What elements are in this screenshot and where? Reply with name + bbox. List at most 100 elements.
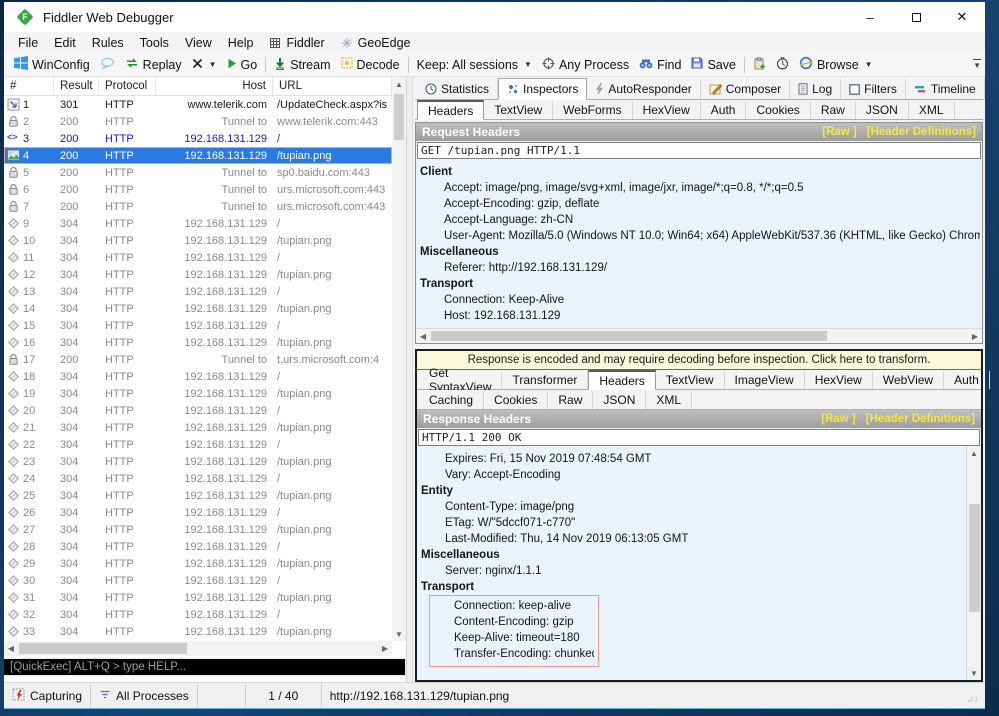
go-button[interactable]: Go bbox=[222, 53, 263, 76]
scrollbar-thumb[interactable] bbox=[19, 643, 187, 654]
keep-sessions-dropdown[interactable]: Keep: All sessions ▼ bbox=[412, 53, 537, 76]
session-row[interactable]: 11 304 HTTP 192.168.131.129 / bbox=[4, 249, 392, 266]
header-definitions-link[interactable]: [Header Definitions] bbox=[867, 126, 976, 138]
column-url[interactable]: URL bbox=[273, 77, 392, 95]
subtab-auth[interactable]: Auth bbox=[944, 371, 990, 389]
session-row[interactable]: 21 304 HTTP 192.168.131.129 /tupian.png bbox=[4, 419, 392, 436]
subtab-headers[interactable]: Headers bbox=[417, 100, 484, 120]
subtab-xml[interactable]: XML bbox=[909, 101, 955, 119]
scroll-left-icon[interactable]: ◀ bbox=[416, 332, 430, 341]
session-row[interactable]: 7 200 HTTP Tunnel to urs.microsoft.com:4… bbox=[4, 198, 392, 215]
scroll-left-icon[interactable]: ◀ bbox=[4, 644, 18, 653]
session-row[interactable]: 6 200 HTTP Tunnel to urs.microsoft.com:4… bbox=[4, 181, 392, 198]
menu-help[interactable]: Help bbox=[220, 32, 262, 53]
subtab-xml[interactable]: XML bbox=[646, 391, 692, 409]
quickexec-input[interactable]: [QuickExec] ALT+Q > type HELP... bbox=[4, 658, 406, 676]
session-row[interactable]: 31 304 HTTP 192.168.131.129 /tupian.png bbox=[4, 589, 392, 606]
subtab-imageview[interactable]: ImageView bbox=[725, 371, 805, 389]
winconfig-button[interactable]: WinConfig bbox=[9, 53, 95, 76]
minimize-button[interactable]: – bbox=[847, 2, 893, 32]
subtab-raw[interactable]: Raw bbox=[811, 101, 856, 119]
session-row[interactable]: 5 200 HTTP Tunnel to sp0.baidu.com:443 bbox=[4, 164, 392, 181]
close-button[interactable]: ✕ bbox=[939, 2, 985, 32]
session-row[interactable]: 9 304 HTTP 192.168.131.129 / bbox=[4, 215, 392, 232]
subtab-webview[interactable]: WebView bbox=[873, 371, 944, 389]
toolbar-overflow-icon[interactable]: ▼ bbox=[973, 59, 981, 70]
scroll-up-icon[interactable]: ▲ bbox=[967, 446, 981, 460]
session-row[interactable]: 19 304 HTTP 192.168.131.129 /tupian.png bbox=[4, 385, 392, 402]
tab-statistics[interactable]: Statistics bbox=[417, 79, 498, 99]
timer-button[interactable] bbox=[771, 53, 794, 76]
stream-button[interactable]: Stream bbox=[269, 53, 335, 76]
scrollbar-thumb[interactable] bbox=[969, 504, 980, 612]
session-row[interactable]: 13 304 HTTP 192.168.131.129 / bbox=[4, 283, 392, 300]
session-row[interactable]: 23 304 HTTP 192.168.131.129 /tupian.png bbox=[4, 453, 392, 470]
session-row[interactable]: 33 304 HTTP 192.168.131.129 /tupian.png bbox=[4, 623, 392, 640]
subtab-webforms[interactable]: WebForms bbox=[553, 101, 632, 119]
session-row[interactable]: 18 304 HTTP 192.168.131.129 / bbox=[4, 368, 392, 385]
tab-log[interactable]: Log bbox=[790, 79, 841, 99]
session-row[interactable]: 26 304 HTTP 192.168.131.129 / bbox=[4, 504, 392, 521]
session-row[interactable]: 25 304 HTTP 192.168.131.129 /tupian.png bbox=[4, 487, 392, 504]
session-row[interactable]: 22 304 HTTP 192.168.131.129 / bbox=[4, 436, 392, 453]
session-row[interactable]: 28 304 HTTP 192.168.131.129 / bbox=[4, 538, 392, 555]
header-definitions-link[interactable]: [Header Definitions] bbox=[866, 413, 975, 425]
comment-button[interactable] bbox=[95, 53, 120, 76]
tab-composer[interactable]: Composer bbox=[701, 79, 790, 99]
column-host[interactable]: Host bbox=[156, 77, 273, 95]
column-number[interactable]: # bbox=[4, 77, 54, 95]
scroll-up-icon[interactable]: ▲ bbox=[392, 77, 406, 91]
session-row[interactable]: 15 304 HTTP 192.168.131.129 / bbox=[4, 317, 392, 334]
subtab-hexview[interactable]: HexView bbox=[805, 371, 873, 389]
column-result[interactable]: Result bbox=[54, 77, 99, 95]
menu-tools[interactable]: Tools bbox=[132, 32, 177, 53]
tab-timeline[interactable]: Timeline bbox=[906, 79, 985, 99]
subtab-cookies[interactable]: Cookies bbox=[746, 101, 810, 119]
session-row[interactable]: 32 304 HTTP 192.168.131.129 / bbox=[4, 606, 392, 623]
subtab-caching[interactable]: Caching bbox=[419, 391, 484, 409]
subtab-auth[interactable]: Auth bbox=[701, 101, 747, 119]
resize-grip-icon[interactable]: ⠴⠆ bbox=[967, 694, 982, 708]
subtab-textview[interactable]: TextView bbox=[484, 101, 553, 119]
subtab-textview[interactable]: TextView bbox=[656, 371, 725, 389]
maximize-button[interactable] bbox=[893, 2, 939, 32]
subtab-cookies[interactable]: Cookies bbox=[484, 391, 548, 409]
menu-file[interactable]: File bbox=[10, 32, 46, 53]
session-row[interactable]: 12 304 HTTP 192.168.131.129 /tupian.png bbox=[4, 266, 392, 283]
subtab-hexview[interactable]: HexView bbox=[633, 101, 701, 119]
subtab-json[interactable]: JSON bbox=[593, 391, 646, 409]
subtab-raw[interactable]: Raw bbox=[548, 391, 593, 409]
scrollbar-thumb[interactable] bbox=[431, 331, 827, 341]
subtab-json[interactable]: JSON bbox=[856, 101, 909, 119]
subtab-transformer[interactable]: Transformer bbox=[502, 371, 588, 389]
response-vertical-scrollbar[interactable]: ▲ ▼ bbox=[966, 446, 981, 680]
process-filter-selector[interactable]: All Processes bbox=[91, 683, 198, 708]
menu-edit[interactable]: Edit bbox=[46, 32, 84, 53]
session-row[interactable]: 16 304 HTTP 192.168.131.129 /tupian.png bbox=[4, 334, 392, 351]
any-process-button[interactable]: Any Process bbox=[537, 53, 634, 76]
session-row[interactable]: 27 304 HTTP 192.168.131.129 /tupian.png bbox=[4, 521, 392, 538]
session-row[interactable]: 17 200 HTTP Tunnel to t.urs.microsoft.co… bbox=[4, 351, 392, 368]
tab-autoresponder[interactable]: AutoResponder bbox=[587, 79, 700, 99]
tab-inspectors[interactable]: Inspectors bbox=[498, 78, 587, 100]
decode-button[interactable]: Decode bbox=[336, 53, 405, 76]
session-row[interactable]: 14 304 HTTP 192.168.131.129 /tupian.png bbox=[4, 300, 392, 317]
menu-rules[interactable]: Rules bbox=[84, 32, 132, 53]
session-row[interactable]: 1 301 HTTP www.telerik.com /UpdateCheck.… bbox=[4, 96, 392, 113]
session-row[interactable]: 4 200 HTTP 192.168.131.129 /tupian.png bbox=[4, 147, 392, 164]
scroll-right-icon[interactable]: ▶ bbox=[378, 644, 392, 653]
session-horizontal-scrollbar[interactable]: ◀ ▶ bbox=[4, 641, 392, 656]
save-button[interactable]: Save bbox=[686, 53, 741, 76]
menu-geoedge[interactable]: GeoEdge bbox=[333, 32, 419, 53]
scroll-right-icon[interactable]: ▶ bbox=[968, 332, 982, 341]
menu-view[interactable]: View bbox=[177, 32, 220, 53]
subtab-get-syntaxview[interactable]: Get SyntaxView bbox=[419, 371, 502, 389]
request-horizontal-scrollbar[interactable]: ◀ ▶ bbox=[416, 328, 982, 343]
find-button[interactable]: Find bbox=[634, 53, 686, 76]
session-row[interactable]: 29 304 HTTP 192.168.131.129 /tupian.png bbox=[4, 555, 392, 572]
session-row[interactable]: 20 304 HTTP 192.168.131.129 / bbox=[4, 402, 392, 419]
session-vertical-scrollbar[interactable]: ▲ ▼ bbox=[392, 77, 406, 641]
session-row[interactable]: 30 304 HTTP 192.168.131.129 / bbox=[4, 572, 392, 589]
session-row[interactable]: 24 304 HTTP 192.168.131.129 / bbox=[4, 470, 392, 487]
scroll-down-icon[interactable]: ▼ bbox=[967, 666, 981, 680]
